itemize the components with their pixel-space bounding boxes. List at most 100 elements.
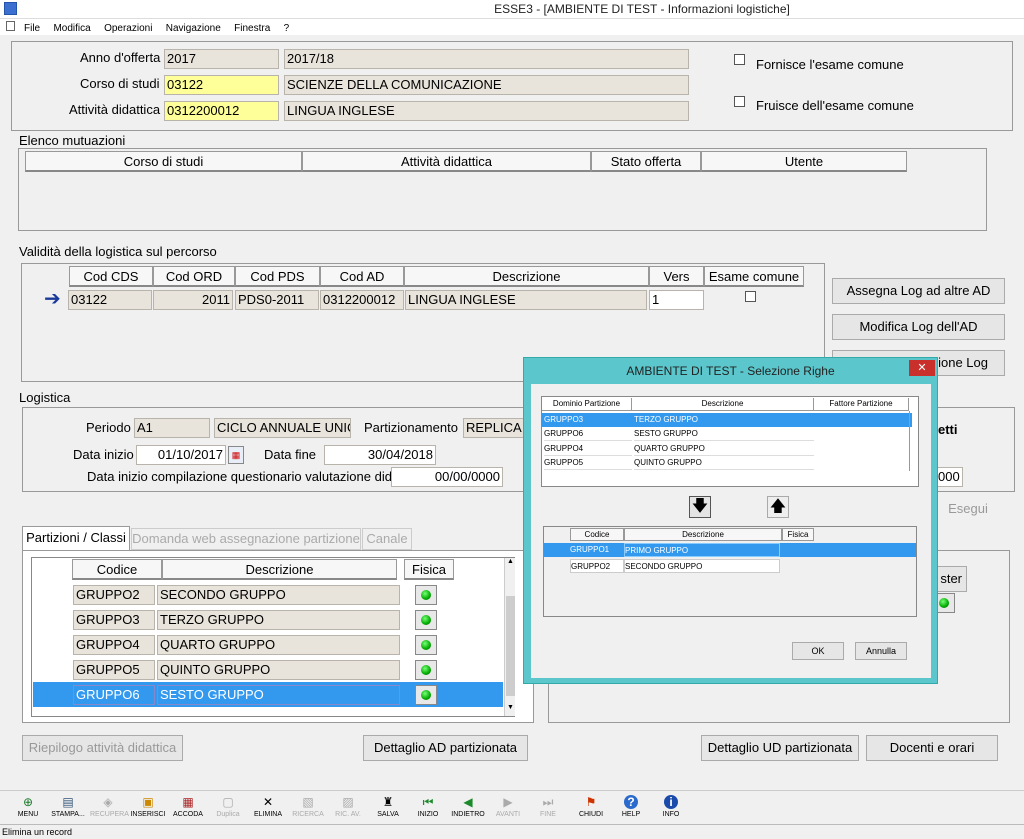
modifica-log-button[interactable]: Modifica Log dell'AD: [832, 314, 1005, 340]
table-row-desc[interactable]: TERZO GRUPPO: [157, 610, 400, 630]
value-field[interactable]: 000: [935, 467, 963, 487]
col-descrizione[interactable]: Descrizione: [404, 266, 649, 287]
col-stato[interactable]: Stato offerta: [591, 151, 701, 172]
chiudi-button[interactable]: ⚑ CHIUDI: [573, 793, 609, 818]
fisica-green-icon[interactable]: [415, 610, 437, 630]
col-dlg-descrizione[interactable]: Descrizione: [632, 398, 814, 411]
move-up-arrow-icon[interactable]: 🡅: [767, 496, 789, 518]
periodo-field[interactable]: A1: [134, 418, 210, 438]
list-item[interactable]: TERZO GRUPPO: [634, 413, 814, 427]
col-codice[interactable]: Codice: [72, 559, 162, 580]
table-row-code[interactable]: GRUPPO2: [73, 585, 155, 605]
partizionamento-field[interactable]: REPLICA A: [463, 418, 525, 438]
questionario-field[interactable]: 00/00/0000: [391, 467, 503, 487]
table-row-code[interactable]: GRUPPO3: [73, 610, 155, 630]
list-item[interactable]: SECONDO GRUPPO: [624, 559, 780, 573]
col-cod-pds[interactable]: Cod PDS: [235, 266, 320, 287]
assegna-log-button[interactable]: Assegna Log ad altre AD: [832, 278, 1005, 304]
ricerca-avanzata-button[interactable]: ▨ RIC. AV.: [330, 793, 366, 818]
list-item[interactable]: GRUPPO6: [544, 427, 632, 441]
table-row-code[interactable]: GRUPPO5: [73, 660, 155, 680]
scroll-down-icon[interactable]: ▼: [506, 704, 515, 714]
table-row-desc[interactable]: QUINTO GRUPPO: [157, 660, 400, 680]
fornisce-checkbox[interactable]: [734, 54, 745, 65]
data-fine-field[interactable]: 30/04/2018: [324, 445, 436, 465]
help-button[interactable]: ? HELP: [613, 793, 649, 818]
table-row-code[interactable]: GRUPPO4: [73, 635, 155, 655]
calendar-icon[interactable]: ▦: [228, 446, 244, 464]
col-dominio[interactable]: Dominio Partizione: [542, 398, 632, 411]
row-descrizione[interactable]: LINGUA INGLESE: [405, 290, 647, 310]
riepilogo-button[interactable]: Riepilogo attività didattica: [22, 735, 183, 761]
col-attivita[interactable]: Attività didattica: [302, 151, 591, 172]
dettaglio-ad-button[interactable]: Dettaglio AD partizionata: [363, 735, 528, 761]
document-icon[interactable]: [6, 21, 15, 31]
corso-field[interactable]: 03122: [164, 75, 279, 95]
duplica-button[interactable]: ▢ Duplica: [210, 793, 246, 818]
scrollbar[interactable]: ▲ ▼: [504, 558, 515, 716]
list-item[interactable]: SESTO GRUPPO: [634, 427, 814, 441]
docenti-button[interactable]: Docenti e orari: [866, 735, 998, 761]
col-corso[interactable]: Corso di studi: [25, 151, 302, 172]
col-cod-ad[interactable]: Cod AD: [320, 266, 404, 287]
salva-button[interactable]: ♜ SALVA: [370, 793, 406, 818]
menu-modifica[interactable]: Modifica: [53, 23, 90, 34]
data-inizio-field[interactable]: 01/10/2017: [136, 445, 226, 465]
list-item[interactable]: QUINTO GRUPPO: [634, 456, 814, 470]
table-row-desc[interactable]: SECONDO GRUPPO: [157, 585, 400, 605]
col-descrizione-part[interactable]: Descrizione: [162, 559, 397, 580]
col-vers[interactable]: Vers: [649, 266, 704, 287]
col-dlg-codice[interactable]: Codice: [570, 528, 624, 541]
fine-button[interactable]: ⏭ FINE: [530, 793, 566, 818]
col-utente[interactable]: Utente: [701, 151, 907, 172]
fisica-green-icon[interactable]: [415, 635, 437, 655]
accoda-button[interactable]: ▦ ACCODA: [170, 793, 206, 818]
inizio-button[interactable]: ⏮ INIZIO: [410, 793, 446, 818]
list-item[interactable]: GRUPPO1: [570, 543, 624, 557]
ricerca-button[interactable]: ▧ RICERCA: [290, 793, 326, 818]
row-cod-ad[interactable]: 0312200012: [320, 290, 404, 310]
list-item[interactable]: GRUPPO2: [570, 559, 624, 573]
row-cod-pds[interactable]: PDS0-2011: [235, 290, 319, 310]
col-dlg-fisica[interactable]: Fisica: [782, 528, 814, 541]
list-item[interactable]: GRUPPO4: [544, 442, 632, 456]
stampa-button[interactable]: ▤ STAMPA...: [50, 793, 86, 818]
scroll-up-icon[interactable]: ▲: [506, 558, 515, 568]
fisica-green-icon[interactable]: [415, 685, 437, 705]
avanti-button[interactable]: ▶ AVANTI: [490, 793, 526, 818]
recupera-button[interactable]: ◈ RECUPERA: [90, 793, 129, 818]
list-item[interactable]: PRIMO GRUPPO: [624, 543, 780, 557]
row-esame-comune-checkbox[interactable]: [745, 291, 756, 302]
fruisce-checkbox[interactable]: [734, 96, 745, 107]
info-button[interactable]: i INFO: [653, 793, 689, 818]
inserisci-button[interactable]: ▣ INSERISCI: [130, 793, 166, 818]
col-esame-comune[interactable]: Esame comune: [704, 266, 804, 287]
table-row-desc[interactable]: SESTO GRUPPO: [157, 685, 400, 705]
list-item[interactable]: GRUPPO3: [544, 413, 632, 427]
col-fisica[interactable]: Fisica: [404, 559, 454, 580]
attivita-field[interactable]: 0312200012: [164, 101, 279, 121]
close-icon[interactable]: ✕: [909, 360, 935, 376]
tab-partizioni[interactable]: Partizioni / Classi: [22, 526, 130, 550]
list-item[interactable]: GRUPPO5: [544, 456, 632, 470]
menu-file[interactable]: File: [24, 23, 40, 34]
anno-field[interactable]: 2017: [164, 49, 279, 69]
col-cod-cds[interactable]: Cod CDS: [69, 266, 153, 287]
menu-button[interactable]: ⊕ MENU: [10, 793, 46, 818]
ok-button[interactable]: OK: [792, 642, 844, 660]
table-row-code[interactable]: GRUPPO6: [73, 685, 155, 705]
col-fattore[interactable]: Fattore Partizione: [814, 398, 909, 411]
dettaglio-ud-button[interactable]: Dettaglio UD partizionata: [701, 735, 859, 761]
row-cod-cds[interactable]: 03122: [68, 290, 152, 310]
indietro-button[interactable]: ◀ INDIETRO: [450, 793, 486, 818]
col-dlg-descrizione2[interactable]: Descrizione: [624, 528, 782, 541]
tab-canale[interactable]: Canale: [362, 528, 412, 550]
esegui-button[interactable]: Esegui: [937, 497, 999, 523]
annulla-button[interactable]: Annulla: [855, 642, 907, 660]
col-cod-ord[interactable]: Cod ORD: [153, 266, 235, 287]
menu-navigazione[interactable]: Navigazione: [166, 23, 221, 34]
table-row-desc[interactable]: QUARTO GRUPPO: [157, 635, 400, 655]
menu-operazioni[interactable]: Operazioni: [104, 23, 152, 34]
fisica-green-icon[interactable]: [415, 660, 437, 680]
move-down-arrow-icon[interactable]: 🡇: [689, 496, 711, 518]
